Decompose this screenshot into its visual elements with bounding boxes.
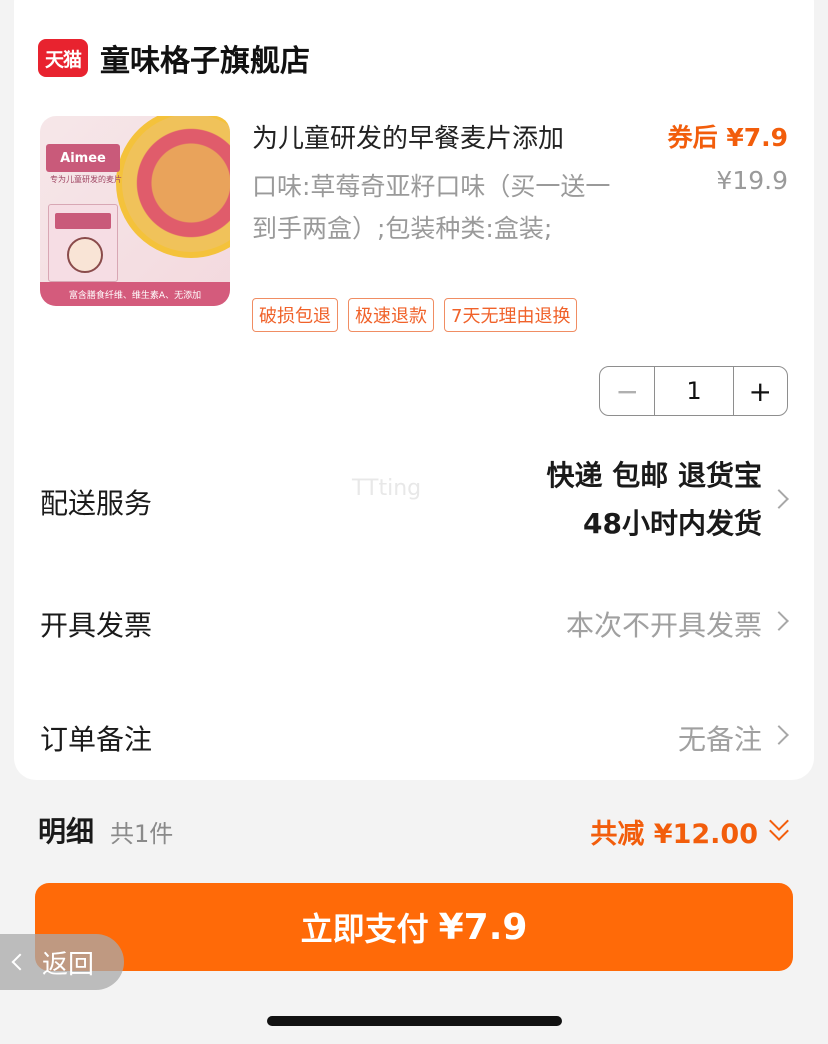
chevron-left-icon bbox=[11, 953, 29, 971]
delivery-line-1: 快递 包邮 退货宝 bbox=[546, 459, 763, 492]
pay-button-label: 立即支付 bbox=[300, 910, 429, 948]
delivery-line-2: 48小时内发货 bbox=[583, 507, 762, 540]
invoice-value[interactable]: 本次不开具发票 bbox=[566, 604, 762, 644]
cereal-bowl-graphic bbox=[116, 116, 230, 258]
box-brand-tag bbox=[55, 213, 111, 229]
delivery-label: 配送服务 bbox=[40, 487, 153, 520]
home-indicator[interactable] bbox=[267, 1016, 562, 1026]
quantity-value[interactable]: 1 bbox=[655, 367, 732, 415]
delivery-options[interactable]: 快递 包邮 退货宝 48小时内发货 bbox=[547, 452, 763, 548]
tmall-logo: 天猫 bbox=[38, 39, 88, 77]
shop-header[interactable]: 天猫 童味格子旗舰店 bbox=[38, 36, 310, 80]
item-count: 共1件 bbox=[110, 820, 174, 848]
product-box-graphic bbox=[48, 204, 118, 282]
box-character-graphic bbox=[67, 237, 103, 273]
pay-button-amount: ¥7.9 bbox=[438, 906, 528, 948]
decrease-button[interactable]: − bbox=[600, 367, 656, 415]
detail-label[interactable]: 明细 bbox=[38, 810, 94, 850]
invoice-label: 开具发票 bbox=[40, 609, 153, 642]
product-image-subtitle: 专为儿童研发的麦片 bbox=[50, 175, 122, 184]
service-tag: 极速退款 bbox=[348, 298, 434, 332]
shop-name[interactable]: 童味格子旗舰店 bbox=[100, 36, 310, 80]
increase-button[interactable]: + bbox=[732, 367, 787, 415]
original-price: ¥19.9 bbox=[716, 166, 788, 195]
back-button[interactable]: 返回 bbox=[0, 934, 124, 990]
double-chevron-down-icon[interactable] bbox=[766, 811, 792, 842]
service-tags: 破损包退 极速退款 7天无理由退换 bbox=[252, 298, 578, 332]
price-after-coupon: 券后 ¥7.9 bbox=[667, 123, 788, 152]
service-tag: 7天无理由退换 bbox=[444, 298, 578, 332]
product-image-banner: 富含膳食纤维、维生素A、无添加 bbox=[40, 282, 230, 306]
remark-label: 订单备注 bbox=[40, 723, 153, 756]
remark-value[interactable]: 无备注 bbox=[678, 718, 762, 758]
product-spec[interactable]: 口味:草莓奇亚籽口味（买一送一到手两盒）;包装种类:盒装; bbox=[252, 166, 624, 250]
discount-total[interactable]: 共减 ¥12.00 bbox=[590, 812, 758, 851]
back-label: 返回 bbox=[42, 949, 95, 980]
pay-now-button[interactable]: 立即支付 ¥7.9 bbox=[35, 883, 793, 971]
product-title[interactable]: 为儿童研发的早餐麦片添加 bbox=[252, 118, 564, 155]
product-image[interactable]: Aimee 专为儿童研发的麦片 富含膳食纤维、维生素A、无添加 bbox=[40, 116, 230, 306]
watermark-text: TTting bbox=[352, 476, 422, 501]
service-tag: 破损包退 bbox=[252, 298, 338, 332]
product-brand-label: Aimee bbox=[46, 144, 120, 172]
quantity-stepper: − 1 + bbox=[599, 366, 788, 416]
